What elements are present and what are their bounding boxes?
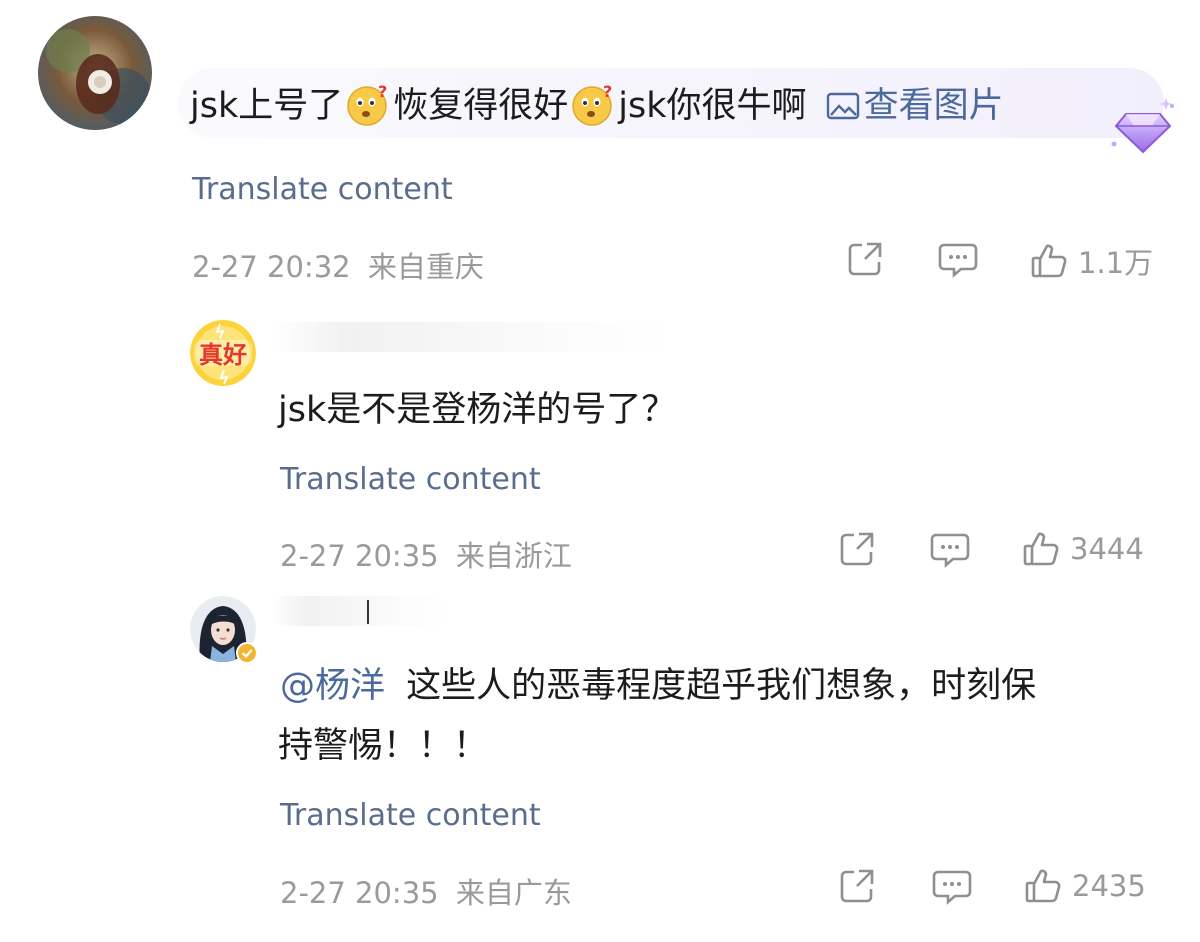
comment-icon: [932, 870, 972, 905]
comment-icon: [930, 533, 970, 568]
thumbs-up-icon: [1025, 869, 1061, 903]
svg-text:?: ?: [378, 82, 387, 101]
avatar-badge-text: 真好: [199, 341, 247, 369]
thumbs-up-icon: [1031, 244, 1067, 278]
thinking-face-emoji-icon: ?: [345, 81, 391, 127]
timestamp: 2-27 20:35: [280, 876, 439, 910]
avatar[interactable]: [38, 16, 152, 130]
comment-meta: 2-27 20:35 来自广东: [280, 870, 572, 912]
translate-content-link[interactable]: Translate content: [280, 462, 541, 497]
comment-text: jsk上号了? 恢复得很好? jsk你很牛啊 查看图片: [190, 81, 1004, 127]
reply-button[interactable]: [930, 531, 970, 569]
comment-text: jsk是不是登杨洋的号了？: [278, 390, 677, 430]
mention-link[interactable]: @杨洋: [280, 666, 385, 706]
avatar[interactable]: 真好: [190, 320, 256, 386]
comment-icon: [938, 243, 978, 278]
comment-meta: 2-27 20:35 来自浙江: [280, 533, 572, 575]
timestamp: 2-27 20:32: [192, 250, 351, 284]
like-button[interactable]: 3444: [1022, 530, 1144, 568]
like-count: 1.1万: [1078, 246, 1154, 280]
image-icon: [826, 92, 859, 120]
text-cursor: [367, 600, 369, 624]
thumbs-up-icon: [1023, 532, 1059, 566]
verified-badge-icon: [236, 642, 258, 664]
translate-content-link[interactable]: Translate content: [192, 172, 453, 207]
translate-content-link[interactable]: Translate content: [280, 798, 541, 833]
comment-meta: 2-27 20:32 来自重庆: [192, 244, 484, 286]
share-button[interactable]: [838, 530, 876, 568]
thinking-face-emoji-icon: ?: [570, 81, 616, 127]
blurred-username: [270, 322, 670, 352]
view-picture-link[interactable]: 查看图片: [826, 86, 1004, 126]
like-button[interactable]: 2435: [1024, 867, 1146, 905]
share-button[interactable]: [846, 240, 884, 278]
like-count: 2435: [1072, 869, 1146, 903]
svg-text:?: ?: [603, 82, 612, 101]
comment-text-continued: 持警惕！！！: [278, 726, 489, 766]
reply-button[interactable]: [932, 868, 972, 906]
like-button[interactable]: 1.1万: [1030, 240, 1153, 282]
comment-text: @杨洋 这些人的恶毒程度超乎我们想象，时刻保: [280, 666, 1037, 706]
share-button[interactable]: [838, 867, 876, 905]
location: 来自重庆: [367, 250, 484, 284]
share-icon: [848, 242, 882, 276]
gem-badge-icon: [1108, 96, 1178, 158]
share-icon: [840, 869, 874, 903]
reply-button[interactable]: [938, 241, 978, 279]
blurred-username: [270, 596, 450, 626]
timestamp: 2-27 20:35: [280, 539, 439, 573]
location: 来自浙江: [455, 539, 572, 573]
like-count: 3444: [1070, 532, 1144, 566]
location: 来自广东: [455, 876, 572, 910]
share-icon: [840, 532, 874, 566]
